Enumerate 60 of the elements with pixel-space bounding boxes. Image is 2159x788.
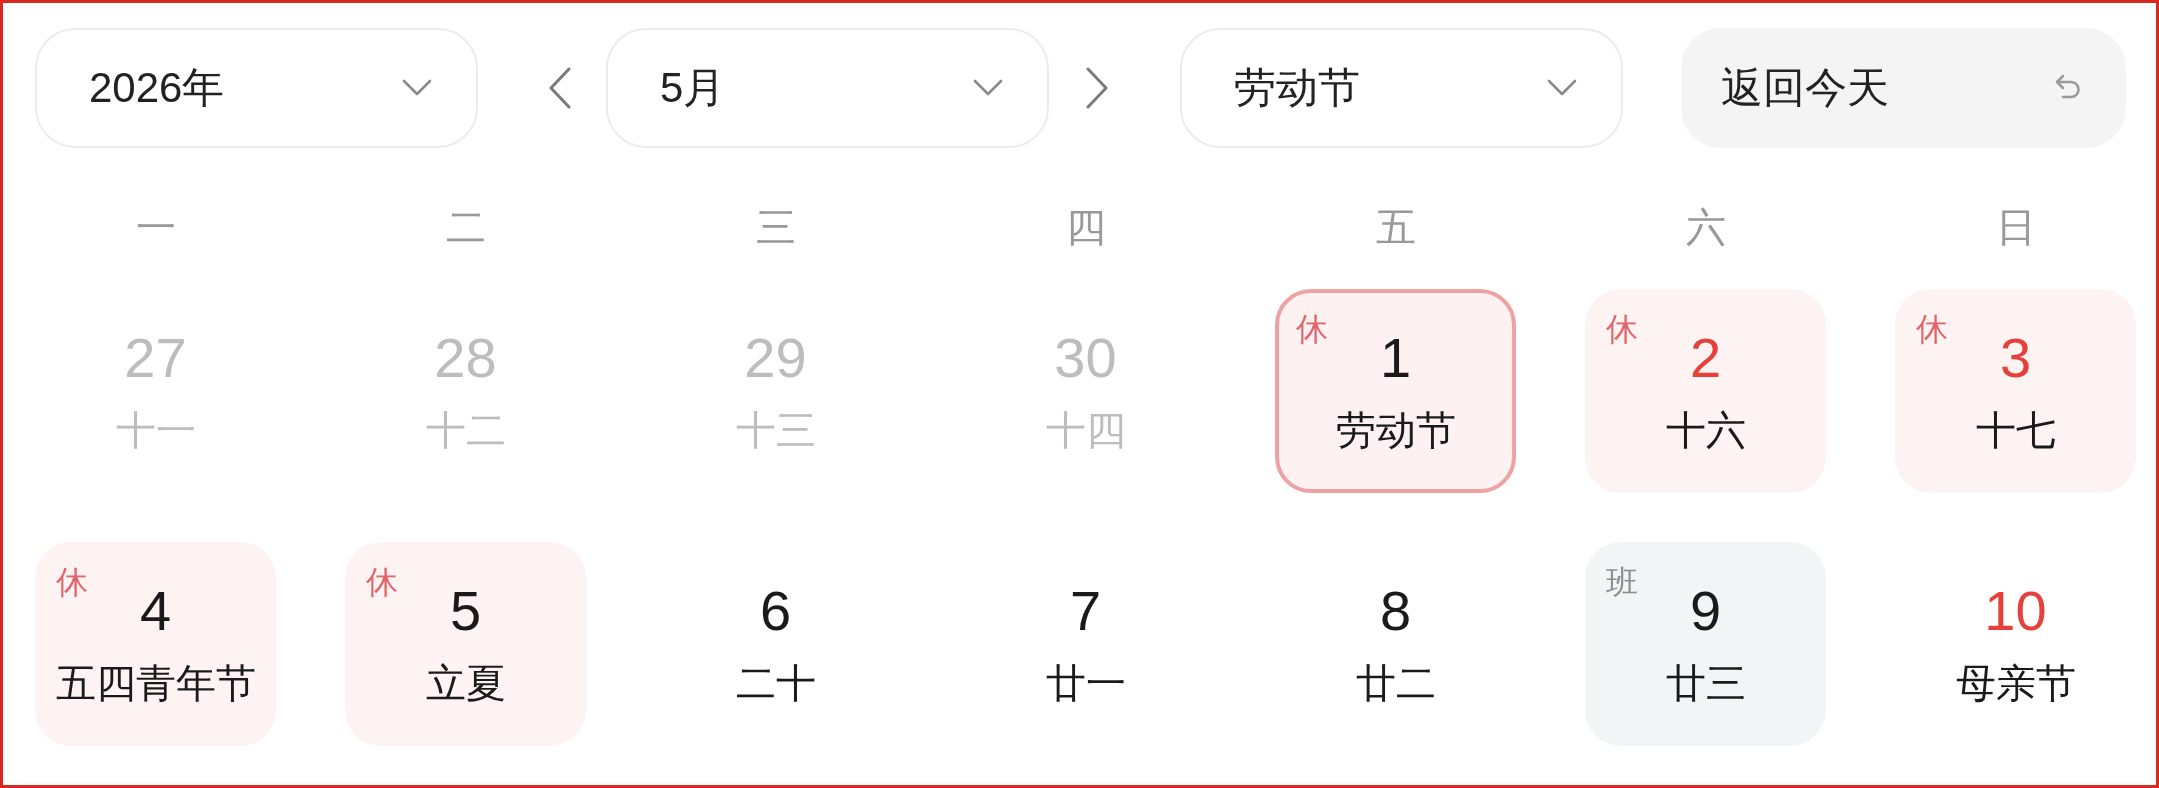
holiday-select[interactable]: 劳动节 [1180, 28, 1623, 148]
weekday-label: 二 [444, 204, 487, 251]
year-select[interactable]: 2026年 [35, 28, 478, 148]
day-number: 3 [1999, 328, 2032, 388]
day-number: 28 [434, 328, 497, 388]
lunar-label: 五四青年节 [55, 661, 256, 705]
day-cell[interactable]: 休 2 十六 [1585, 289, 1826, 493]
day-cell[interactable]: 10 母亲节 [1895, 542, 2136, 746]
lunar-label: 十六 [1665, 408, 1746, 452]
status-label: 休 [1606, 311, 1638, 347]
day-number: 8 [1379, 581, 1412, 641]
day-cell[interactable]: 休 3 十七 [1895, 289, 2136, 493]
day-cell[interactable]: 班 9 廿三 [1585, 542, 1826, 746]
weekday-label: 三 [754, 204, 797, 251]
lunar-label: 二十 [735, 661, 816, 705]
day-number: 27 [124, 328, 187, 388]
chevron-left-icon [548, 67, 572, 109]
status-label: 休 [1296, 311, 1328, 347]
status-label: 班 [1606, 564, 1638, 600]
lunar-label: 十三 [735, 408, 816, 452]
status-label: 休 [366, 564, 398, 600]
day-number: 1 [1379, 328, 1412, 388]
day-cell[interactable]: 8 廿二 [1275, 542, 1516, 746]
lunar-label: 廿三 [1665, 661, 1746, 705]
weekday-label: 四 [1064, 204, 1107, 251]
day-cell[interactable]: 休 4 五四青年节 [35, 542, 276, 746]
chevron-down-icon [1547, 79, 1577, 97]
back-to-today-button[interactable]: 返回今天 [1681, 28, 2126, 148]
lunar-label: 母亲节 [1955, 661, 2076, 705]
weekday-label: 日 [1994, 204, 2037, 251]
weekday-label: 一 [134, 204, 177, 251]
lunar-label: 廿二 [1355, 661, 1436, 705]
lunar-label: 十二 [425, 408, 506, 452]
status-label: 休 [1916, 311, 1948, 347]
lunar-label: 廿一 [1045, 661, 1126, 705]
day-cell[interactable]: 7 廿一 [965, 542, 1206, 746]
weekday-label: 六 [1684, 204, 1727, 251]
day-cell[interactable]: 休 5 立夏 [345, 542, 586, 746]
chevron-down-icon [402, 79, 432, 97]
lunar-label: 十七 [1975, 408, 2056, 452]
day-number: 6 [759, 581, 792, 641]
day-number: 2 [1689, 328, 1722, 388]
lunar-label: 十四 [1045, 408, 1126, 452]
chevron-right-icon [1085, 67, 1109, 109]
day-cell[interactable]: 6 二十 [655, 542, 896, 746]
day-number: 4 [139, 581, 172, 641]
month-select[interactable]: 5月 [606, 28, 1049, 148]
lunar-label: 立夏 [425, 661, 506, 705]
lunar-label: 十一 [115, 408, 196, 452]
day-number: 7 [1069, 581, 1102, 641]
day-number: 30 [1054, 328, 1117, 388]
day-cell[interactable]: 休 1 劳动节 [1275, 289, 1516, 493]
chevron-down-icon [973, 79, 1003, 97]
day-number: 5 [449, 581, 482, 641]
weekday-label: 五 [1374, 204, 1417, 251]
lunar-label: 劳动节 [1335, 408, 1456, 452]
day-number: 9 [1689, 581, 1722, 641]
day-number: 29 [744, 328, 807, 388]
status-label: 休 [56, 564, 88, 600]
day-number: 10 [1984, 581, 2047, 641]
